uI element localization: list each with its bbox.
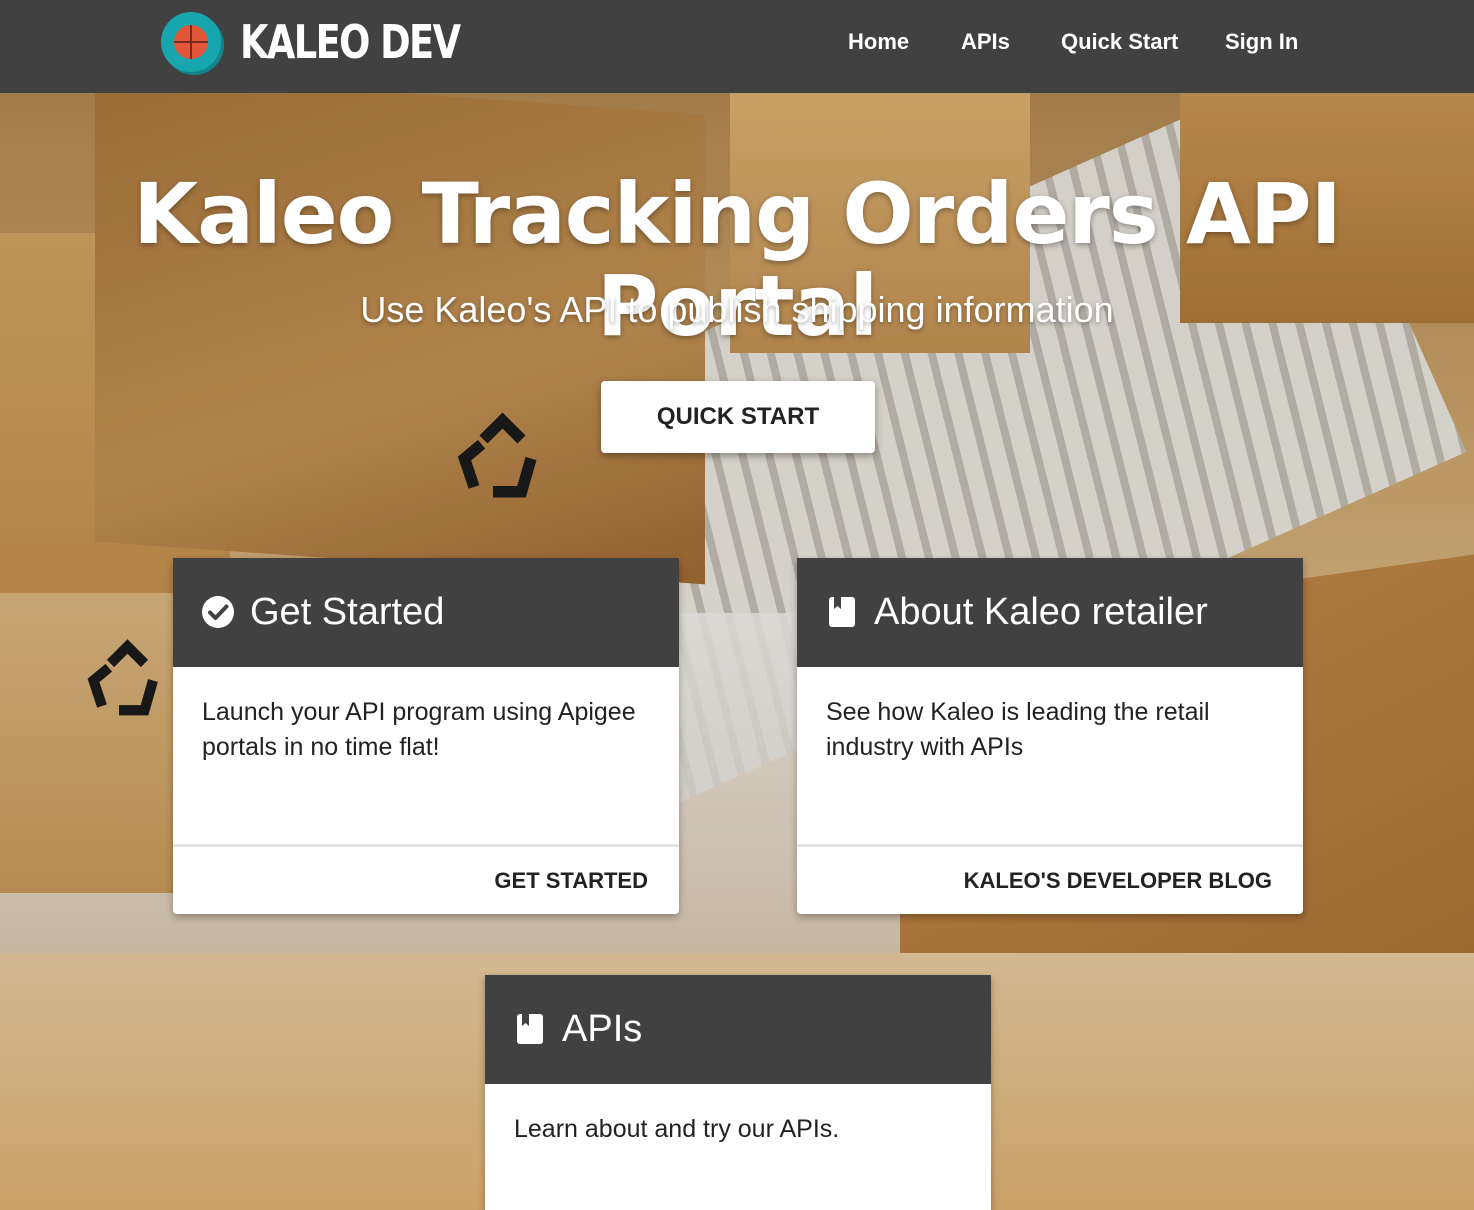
- card-title: About Kaleo retailer: [874, 591, 1208, 633]
- card-title: APIs: [562, 1008, 643, 1050]
- developer-blog-link[interactable]: KALEO'S DEVELOPER BLOG: [964, 867, 1272, 895]
- nav-link-home[interactable]: Home: [848, 28, 909, 56]
- card-header: Get Started: [173, 558, 679, 667]
- basketball-icon: [174, 25, 208, 59]
- nav-link-apis[interactable]: APIs: [961, 28, 1010, 56]
- hero-subtitle: Use Kaleo's API to publish shipping info…: [360, 289, 1114, 330]
- book-icon: [517, 1014, 543, 1044]
- card-header: APIs: [485, 975, 991, 1084]
- card-title: Get Started: [250, 591, 445, 633]
- card-description: See how Kaleo is leading the retail indu…: [797, 667, 1303, 847]
- kaleo-logo-icon[interactable]: [161, 12, 221, 72]
- card-footer: GET STARTED: [173, 847, 679, 914]
- card-footer: KALEO'S DEVELOPER BLOG: [797, 847, 1303, 914]
- top-navbar: KALEO DEV Home APIs Quick Start Sign In: [0, 0, 1474, 93]
- card-description: Learn about and try our APIs.: [514, 1115, 840, 1143]
- nav-link-quick-start[interactable]: Quick Start: [1061, 28, 1178, 56]
- card-get-started: Get Started Launch your API program usin…: [173, 558, 679, 914]
- card-description: Launch your API program using Apigee por…: [173, 667, 679, 847]
- nav-link-sign-in[interactable]: Sign In: [1225, 28, 1298, 56]
- card-header: About Kaleo retailer: [797, 558, 1303, 667]
- book-icon: [829, 597, 855, 627]
- quick-start-button[interactable]: QUICK START: [601, 381, 875, 453]
- brand-name[interactable]: KALEO DEV: [240, 12, 461, 72]
- get-started-link[interactable]: GET STARTED: [494, 867, 648, 895]
- check-circle-icon: [202, 596, 234, 628]
- card-apis: APIs Learn about and try our APIs.: [485, 975, 991, 1210]
- card-about-kaleo: About Kaleo retailer See how Kaleo is le…: [797, 558, 1303, 914]
